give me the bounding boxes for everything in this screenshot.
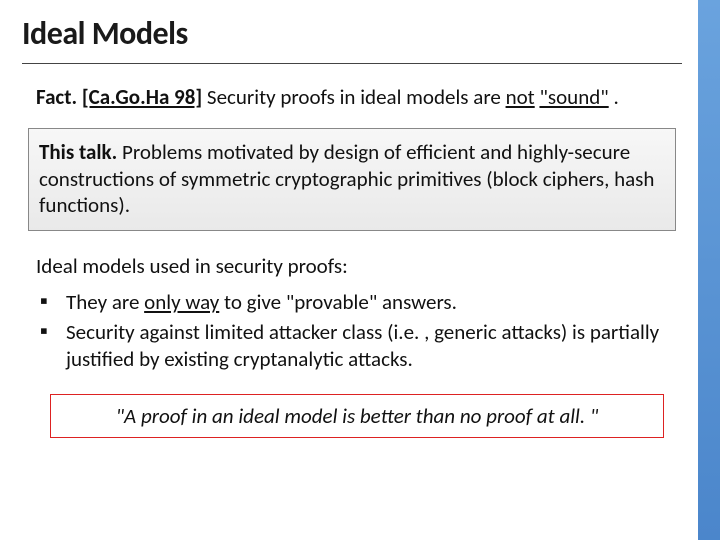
list-item: They are only way to give "provable" ans…: [36, 289, 668, 315]
bullet-underline: only way: [144, 289, 219, 315]
slide: Ideal Models Fact. [Ca.Go.Ha 98] Securit…: [0, 0, 720, 540]
talk-box: This talk. Problems motivated by design …: [28, 128, 676, 231]
quote-box: "A proof in an ideal model is better tha…: [50, 394, 664, 438]
fact-text-3: .: [613, 84, 618, 110]
talk-body: Problems motivated by design of efficien…: [39, 139, 654, 218]
bullet-post: to give "provable" answers.: [219, 289, 457, 315]
fact-cite: [Ca.Go.Ha 98]: [82, 84, 202, 110]
fact-text-1: Security proofs in ideal models are: [207, 84, 506, 110]
fact-sound: "sound": [539, 84, 608, 110]
page-title: Ideal Models: [22, 10, 682, 64]
bullet-pre: They are: [66, 289, 144, 315]
content-area: Ideal Models Fact. [Ca.Go.Ha 98] Securit…: [22, 10, 682, 438]
talk-label: This talk.: [39, 139, 117, 165]
list-item: Security against limited attacker class …: [36, 319, 668, 372]
accent-band: [698, 0, 720, 540]
fact-paragraph: Fact. [Ca.Go.Ha 98] Security proofs in i…: [22, 84, 682, 128]
bullet-list: They are only way to give "provable" ans…: [22, 289, 682, 372]
fact-label: Fact.: [36, 84, 77, 110]
lead-text: Ideal models used in security proofs:: [22, 253, 682, 289]
fact-not: not: [506, 84, 535, 110]
quote-text: "A proof in an ideal model is better tha…: [116, 403, 599, 429]
bullet-pre: Security against limited attacker class …: [66, 319, 659, 371]
